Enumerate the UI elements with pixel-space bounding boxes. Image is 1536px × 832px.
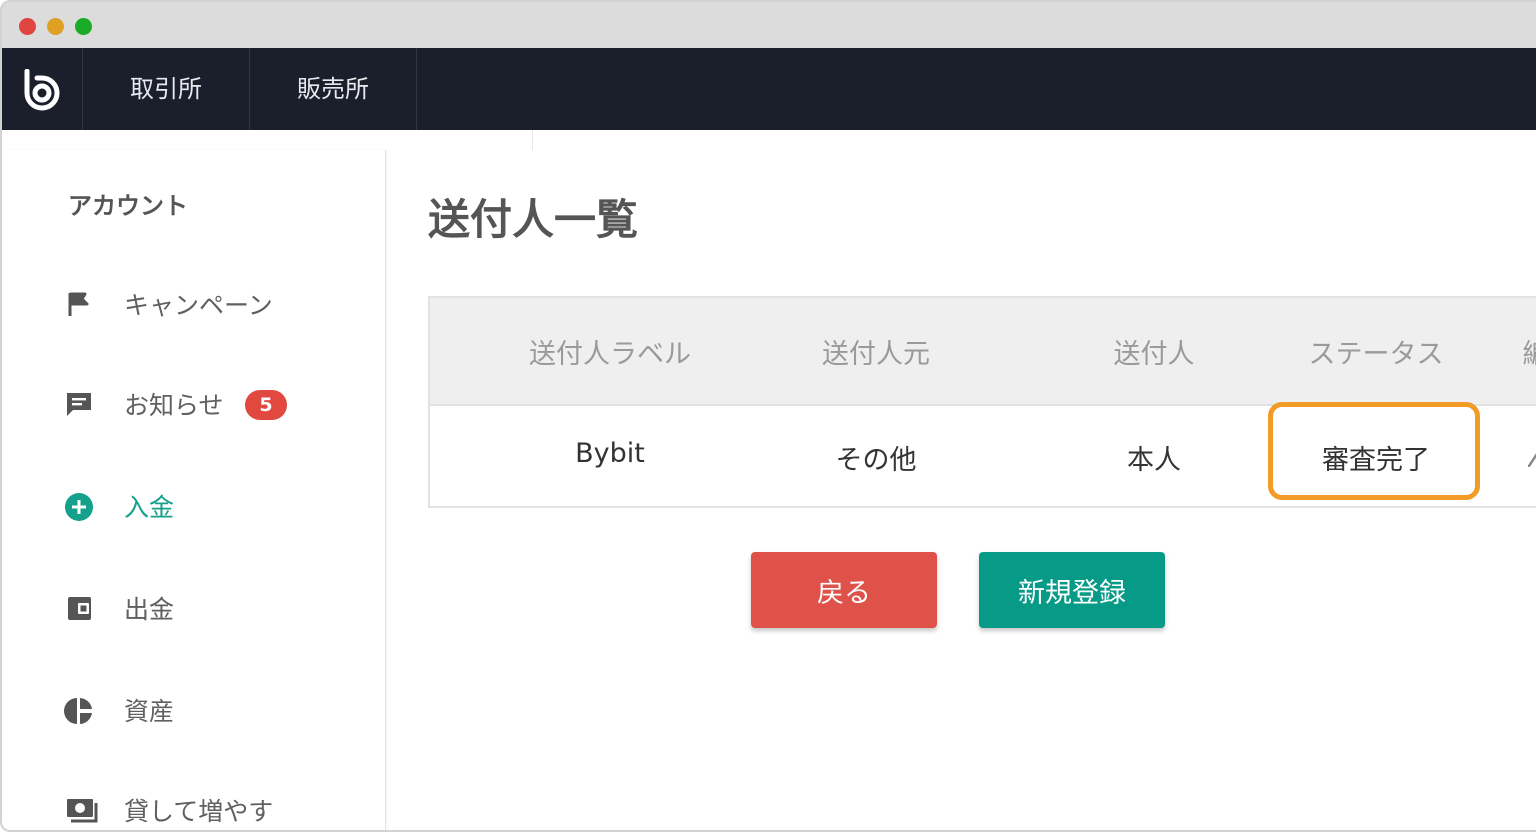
- new-registration-button[interactable]: 新規登録: [979, 552, 1165, 628]
- account-sidebar: アカウント キャンペーン お知らせ 5 入金 出金 資産 貸して増やす: [2, 150, 386, 830]
- minimize-window-button[interactable]: [47, 18, 64, 35]
- back-button[interactable]: 戻る: [751, 552, 937, 628]
- nav-shop[interactable]: 販売所: [250, 48, 417, 130]
- page-title: 送付人一覧: [428, 195, 639, 244]
- message-icon: [64, 390, 100, 422]
- nav-exchange[interactable]: 取引所: [83, 48, 250, 130]
- top-navbar: 取引所 販売所: [2, 48, 1536, 130]
- sidebar-item-deposit[interactable]: 入金: [64, 486, 364, 526]
- sidebar-item-news[interactable]: お知らせ 5: [64, 384, 364, 424]
- sender-table: 送付人ラベル 送付人元 送付人 ステータス 編 Bybit その他 本人 審査完…: [428, 296, 1536, 508]
- edit-icon[interactable]: [1527, 452, 1536, 471]
- close-window-button[interactable]: [19, 18, 36, 35]
- sidebar-item-label: 出金: [124, 595, 175, 624]
- column-header-source: 送付人元: [822, 339, 930, 370]
- sidebar-item-lending[interactable]: 貸して増やす: [64, 790, 364, 830]
- sidebar-item-label: 入金: [124, 493, 175, 522]
- sidebar-heading: アカウント: [68, 192, 188, 220]
- cash-icon: [64, 796, 100, 828]
- table-header-row: 送付人ラベル 送付人元 送付人 ステータス 編: [430, 298, 1536, 406]
- app-window: 取引所 販売所 アカウント キャンペーン お知らせ 5 入金 出金 資産 貸して…: [0, 0, 1536, 832]
- cell-sender-label: Bybit: [575, 438, 645, 469]
- sidebar-item-label: 貸して増やす: [124, 797, 274, 826]
- sidebar-item-label: お知らせ: [124, 391, 224, 420]
- window-titlebar: [2, 2, 1536, 48]
- home-logo-link[interactable]: [2, 48, 83, 130]
- cell-sender-source: その他: [835, 445, 917, 476]
- plus-circle-icon: [64, 492, 100, 524]
- pie-chart-icon: [64, 696, 100, 728]
- sidebar-item-label: キャンペーン: [124, 291, 273, 320]
- sidebar-item-campaign[interactable]: キャンペーン: [64, 284, 364, 324]
- column-header-label: 送付人ラベル: [529, 339, 691, 370]
- cell-status: 審査完了: [1322, 445, 1430, 476]
- zoom-window-button[interactable]: [75, 18, 92, 35]
- header-divider: [532, 130, 533, 150]
- wallet-icon: [64, 594, 100, 626]
- flag-icon: [64, 290, 100, 322]
- column-header-sender: 送付人: [1113, 339, 1195, 370]
- cell-sender: 本人: [1127, 445, 1181, 476]
- column-header-status: ステータス: [1308, 339, 1444, 370]
- sidebar-item-label: 資産: [124, 697, 175, 726]
- sidebar-item-withdraw[interactable]: 出金: [64, 588, 364, 628]
- column-header-edit: 編: [1523, 332, 1536, 371]
- sidebar-item-assets[interactable]: 資産: [64, 690, 364, 730]
- notification-count-badge: 5: [245, 390, 287, 420]
- bitbank-logo-icon: [24, 69, 60, 111]
